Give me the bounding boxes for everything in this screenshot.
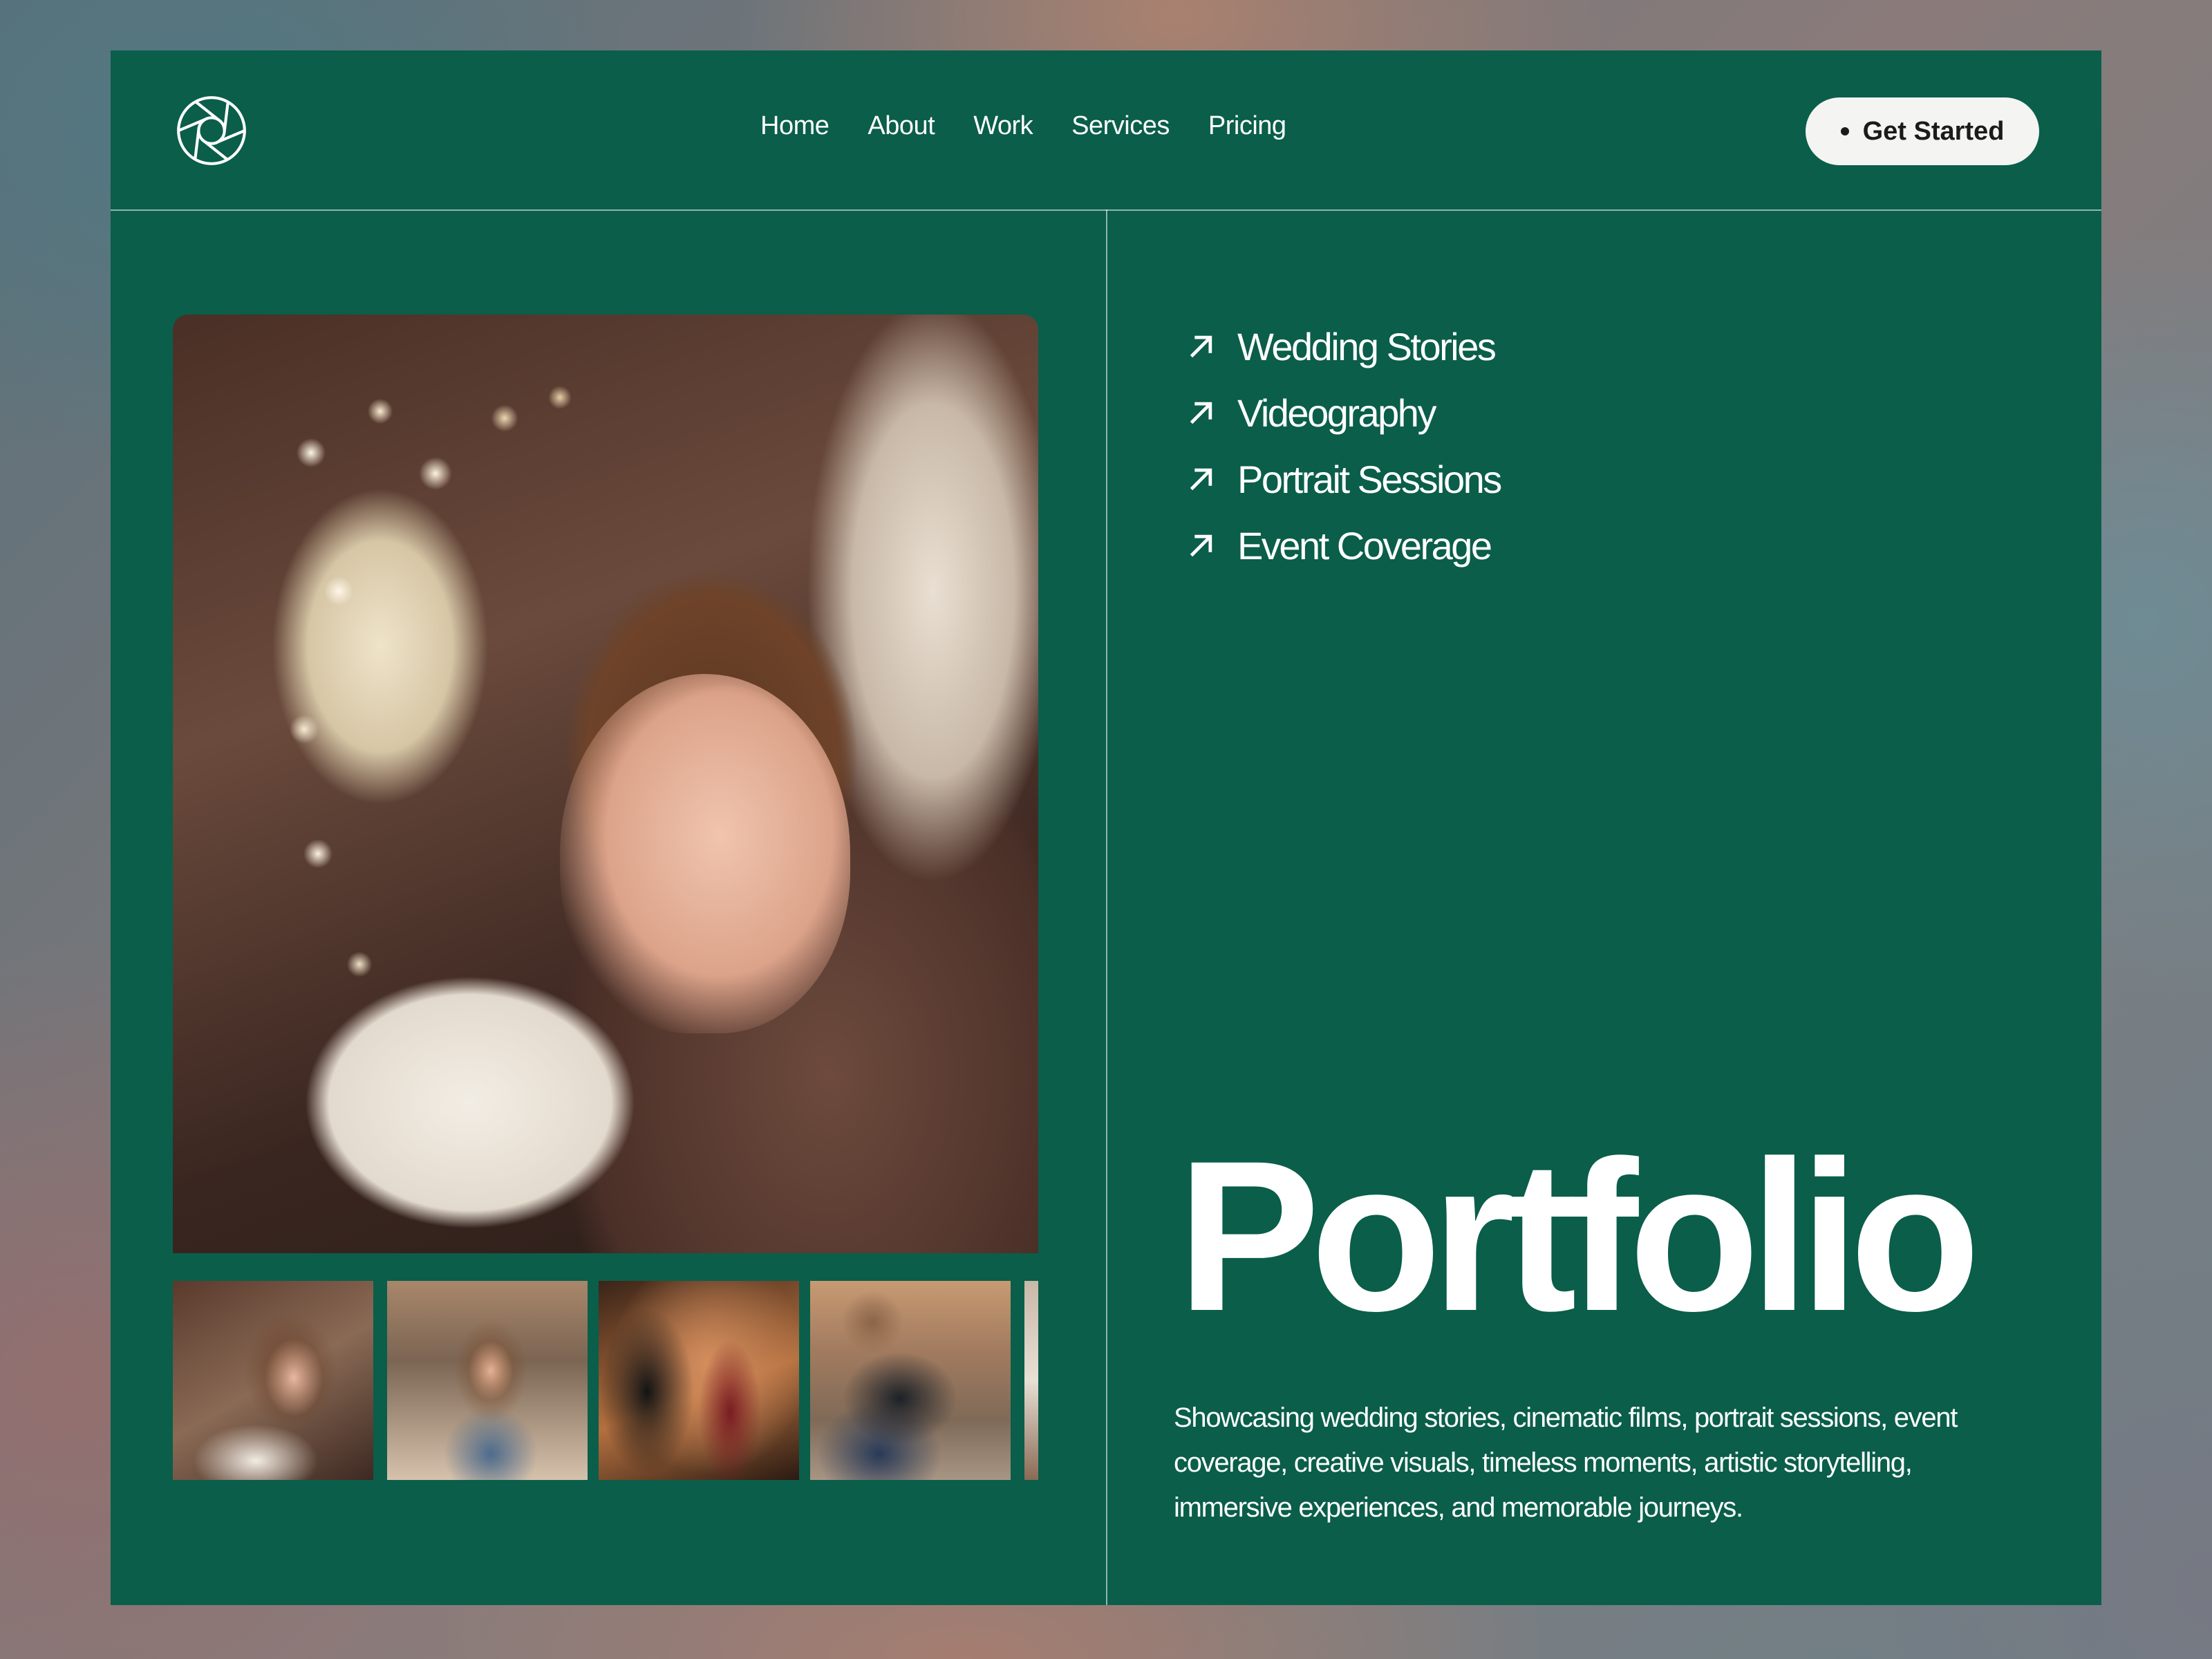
page-title: Portfolio — [1177, 1116, 1980, 1356]
service-label: Videography — [1237, 391, 1436, 435]
arrow-up-right-icon — [1190, 402, 1212, 424]
service-label: Event Coverage — [1237, 523, 1492, 568]
face — [560, 674, 850, 1033]
service-portrait-sessions[interactable]: Portrait Sessions — [1186, 446, 1502, 512]
service-label: Portrait Sessions — [1237, 457, 1502, 501]
nav-about[interactable]: About — [868, 111, 935, 141]
main-nav: Home About Work Services Pricing — [760, 111, 1286, 141]
service-event-coverage[interactable]: Event Coverage — [1186, 512, 1501, 579]
site-header: Home About Work Services Pricing Get Sta… — [111, 50, 2101, 211]
arrow-up-right-icon — [1190, 534, 1212, 557]
portfolio-description: Showcasing wedding stories, cinematic fi… — [1174, 1403, 1958, 1523]
dot-icon — [1840, 127, 1849, 135]
camera-aperture-icon[interactable] — [176, 95, 247, 167]
column-divider — [1106, 209, 1107, 1605]
arrow-up-right-icon — [1190, 468, 1212, 491]
studio-shoot-thumbnail[interactable] — [599, 1281, 799, 1480]
bride-portrait-photo — [173, 315, 1038, 1253]
thumbnail-strip — [173, 1281, 1038, 1531]
woman-photographer-thumbnail[interactable] — [387, 1281, 588, 1480]
nav-work[interactable]: Work — [973, 111, 1033, 141]
cameraman-thumbnail[interactable] — [810, 1281, 1011, 1480]
services-list: Wedding Stories Videography Portrait Ses… — [1186, 313, 1502, 579]
bride-portrait-thumbnail[interactable] — [173, 1281, 373, 1480]
get-started-button[interactable]: Get Started — [1806, 97, 2039, 165]
service-wedding-stories[interactable]: Wedding Stories — [1186, 313, 1501, 379]
nav-services[interactable]: Services — [1071, 111, 1170, 141]
portfolio-page-card: Home About Work Services Pricing Get Sta… — [111, 50, 2101, 1605]
partial-thumbnail[interactable] — [1024, 1281, 1038, 1480]
service-label: Wedding Stories — [1237, 324, 1497, 368]
get-started-label: Get Started — [1862, 116, 2005, 146]
nav-home[interactable]: Home — [760, 111, 830, 141]
nav-pricing[interactable]: Pricing — [1208, 111, 1286, 141]
service-videography[interactable]: Videography — [1186, 379, 1501, 446]
arrow-up-right-icon — [1190, 335, 1212, 358]
